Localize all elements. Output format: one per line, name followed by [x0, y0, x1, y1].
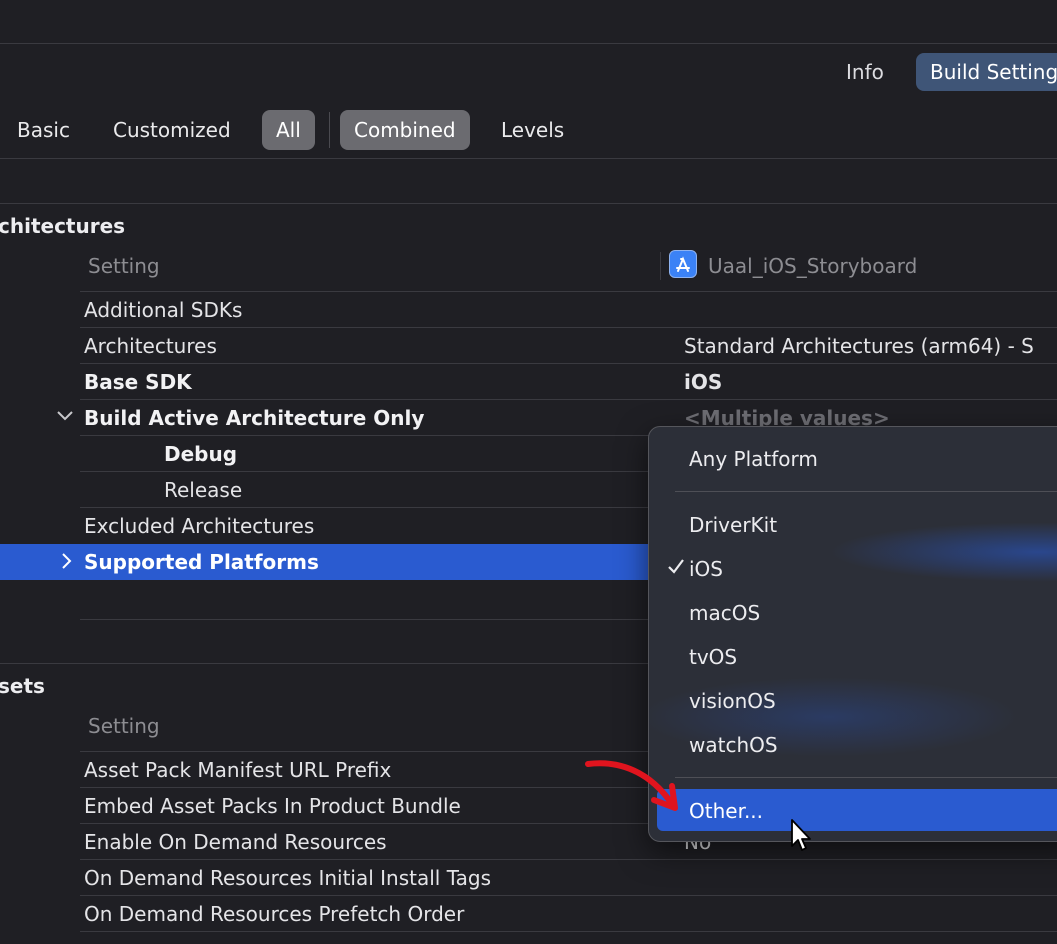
setting-enable-on-demand-resources[interactable]: Enable On Demand Resources — [84, 824, 387, 860]
menu-item-driverkit[interactable]: DriverKit — [689, 513, 777, 537]
filter-divider — [0, 158, 1057, 159]
menu-separator — [675, 491, 1057, 492]
row-divider — [80, 363, 1057, 364]
filter-basic[interactable]: Basic — [3, 110, 84, 150]
setting-build-active-architecture-only[interactable]: Build Active Architecture Only — [84, 400, 424, 436]
filter-customized[interactable]: Customized — [99, 110, 245, 150]
setting-odr-initial-install-tags[interactable]: On Demand Resources Initial Install Tags — [84, 860, 491, 896]
setting-additional-sdks[interactable]: Additional SDKs — [84, 292, 242, 328]
chevron-down-icon[interactable] — [56, 408, 74, 427]
menu-item-other[interactable]: Other... — [689, 799, 763, 823]
section-title-architectures: chitectures — [0, 214, 126, 238]
menu-item-visionos[interactable]: visionOS — [689, 689, 776, 713]
column-header-setting: Setting — [88, 254, 160, 278]
setting-architectures[interactable]: Architectures — [84, 328, 217, 364]
setting-embed-asset-packs[interactable]: Embed Asset Packs In Product Bundle — [84, 788, 461, 824]
setting-excluded-architectures[interactable]: Excluded Architectures — [84, 508, 314, 544]
tab-build-settings[interactable]: Build Setting — [916, 53, 1057, 91]
setting-base-sdk[interactable]: Base SDK — [84, 364, 192, 400]
setting-odr-prefetch-order[interactable]: On Demand Resources Prefetch Order — [84, 896, 464, 932]
setting-supported-platforms[interactable]: Supported Platforms — [84, 544, 319, 580]
section-title-assets: sets — [0, 674, 45, 698]
menu-item-tvos[interactable]: tvOS — [689, 645, 737, 669]
filter-all[interactable]: All — [262, 110, 315, 150]
setting-asset-pack-manifest-url-prefix[interactable]: Asset Pack Manifest URL Prefix — [84, 752, 391, 788]
app-store-icon — [669, 250, 697, 278]
menu-item-any-platform[interactable]: Any Platform — [689, 447, 818, 471]
section-divider — [0, 203, 1057, 204]
filter-levels[interactable]: Levels — [487, 110, 578, 150]
pointer-cursor-icon — [791, 819, 811, 851]
menu-separator — [675, 777, 1057, 778]
column-header-target: Uaal_iOS_Storyboard — [708, 254, 918, 278]
checkmark-icon — [667, 556, 685, 580]
setting-debug[interactable]: Debug — [164, 436, 237, 472]
tab-info[interactable]: Info — [832, 53, 898, 91]
chevron-right-icon[interactable] — [60, 552, 74, 574]
filter-separator — [329, 112, 330, 148]
supported-platforms-menu[interactable]: Any Platform DriverKit iOS macOS tvOS vi… — [648, 426, 1057, 842]
setting-release[interactable]: Release — [164, 472, 242, 508]
column-header-setting: Setting — [88, 714, 160, 738]
value-architectures[interactable]: Standard Architectures (arm64) - S — [684, 328, 1034, 364]
menu-item-ios[interactable]: iOS — [689, 557, 723, 581]
filter-combined[interactable]: Combined — [340, 110, 470, 150]
menu-item-macos[interactable]: macOS — [689, 601, 760, 625]
row-divider — [80, 931, 1057, 932]
red-arrow-icon — [585, 760, 678, 811]
top-divider — [0, 43, 1057, 44]
menu-glow — [829, 522, 1057, 582]
menu-item-watchos[interactable]: watchOS — [689, 733, 778, 757]
value-base-sdk[interactable]: iOS — [684, 364, 722, 400]
column-separator — [660, 252, 661, 280]
